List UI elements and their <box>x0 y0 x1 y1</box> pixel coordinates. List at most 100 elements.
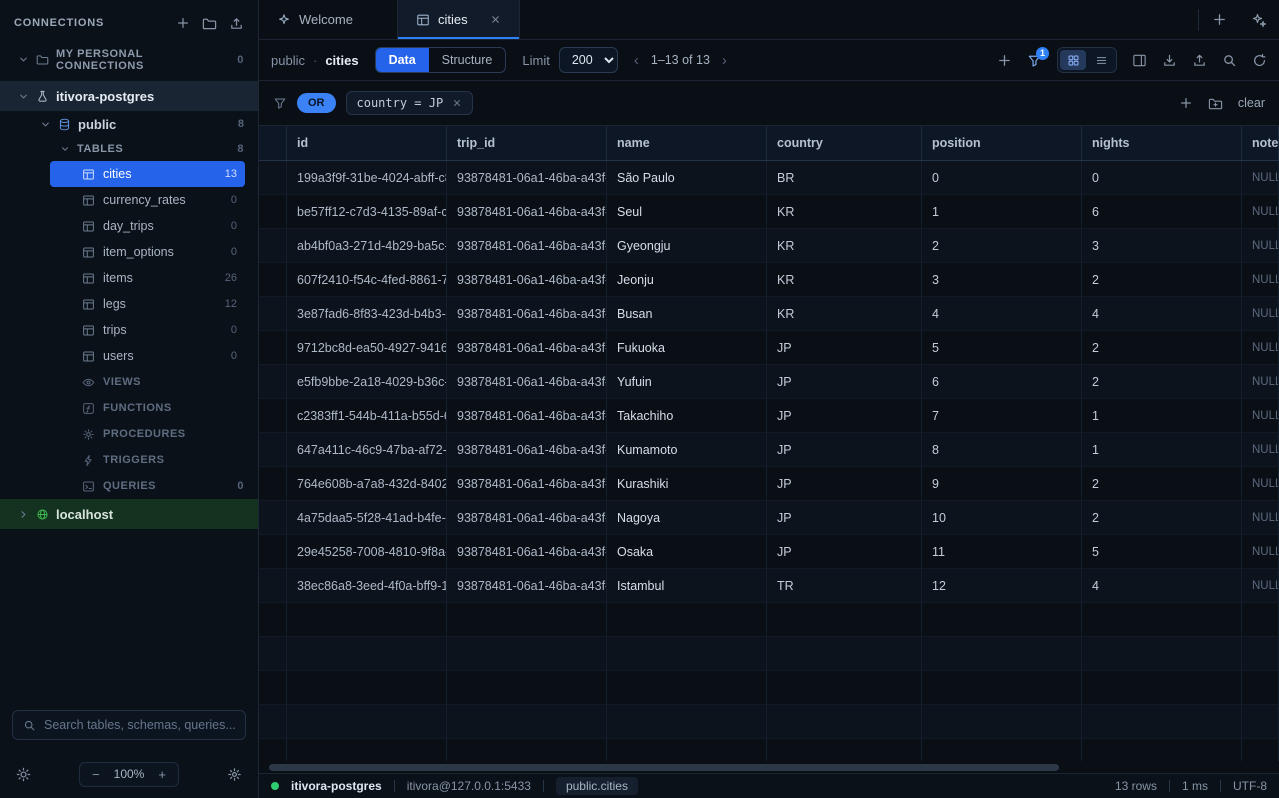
sidebar-section-queries[interactable]: QUERIES 0 <box>0 473 258 499</box>
sidebar-group-personal-connections[interactable]: MY PERSONAL CONNECTIONS 0 <box>0 46 258 73</box>
sidebar-section-tables[interactable]: TABLES 8 <box>0 137 258 161</box>
limit-select[interactable]: 200 <box>559 47 618 73</box>
cell-trip_id[interactable]: 93878481-06a1-46ba-a43f-26a79 <box>447 501 607 535</box>
cell-trip_id[interactable]: 93878481-06a1-46ba-a43f-26a79 <box>447 263 607 297</box>
cell-name[interactable]: Kurashiki <box>607 467 767 501</box>
row-handle[interactable] <box>259 535 287 569</box>
row-handle[interactable] <box>259 161 287 195</box>
cell-notes[interactable]: NULL <box>1242 535 1279 569</box>
cell-trip_id[interactable]: 93878481-06a1-46ba-a43f-26a79 <box>447 331 607 365</box>
cell-name[interactable]: Takachiho <box>607 399 767 433</box>
row-handle[interactable] <box>259 365 287 399</box>
filter-chip-country-jp[interactable]: country = JP <box>346 91 474 115</box>
row-handle[interactable] <box>259 433 287 467</box>
new-tab-icon[interactable] <box>1199 12 1239 27</box>
cell-id[interactable]: 29e45258-7008-4810-9f8a-a1590 <box>287 535 447 569</box>
cell-position[interactable]: 5 <box>922 331 1082 365</box>
sidebar-table-legs[interactable]: legs12 <box>50 291 245 317</box>
clear-filters-button[interactable]: clear <box>1238 96 1265 110</box>
cell-position[interactable]: 4 <box>922 297 1082 331</box>
cell-country[interactable]: KR <box>767 229 922 263</box>
sidebar-table-cities[interactable]: cities13 <box>50 161 245 187</box>
zoom-in-button[interactable]: + <box>158 767 166 782</box>
filter-operator-pill[interactable]: OR <box>297 93 336 113</box>
cell-notes[interactable]: NULL <box>1242 297 1279 331</box>
cell-position[interactable]: 10 <box>922 501 1082 535</box>
horizontal-scrollbar[interactable] <box>259 761 1279 773</box>
upload-icon[interactable] <box>1192 53 1207 68</box>
cell-nights[interactable]: 1 <box>1082 399 1242 433</box>
cell-country[interactable]: KR <box>767 195 922 229</box>
add-row-icon[interactable] <box>997 53 1012 68</box>
cell-country[interactable]: JP <box>767 535 922 569</box>
cell-trip_id[interactable]: 93878481-06a1-46ba-a43f-26a79 <box>447 229 607 263</box>
cell-id[interactable]: 38ec86a8-3eed-4f0a-bff9-17c764 <box>287 569 447 603</box>
connection-localhost[interactable]: localhost <box>0 499 258 529</box>
row-handle[interactable] <box>259 229 287 263</box>
download-icon[interactable] <box>1162 53 1177 68</box>
sidebar-table-users[interactable]: users0 <box>50 343 245 369</box>
search-input[interactable] <box>44 718 235 732</box>
row-handle[interactable] <box>259 297 287 331</box>
cell-trip_id[interactable]: 93878481-06a1-46ba-a43f-26a79 <box>447 195 607 229</box>
cell-country[interactable]: JP <box>767 433 922 467</box>
cell-name[interactable]: Yufuin <box>607 365 767 399</box>
cell-trip_id[interactable]: 93878481-06a1-46ba-a43f-26a79 <box>447 399 607 433</box>
sidebar-table-currency_rates[interactable]: currency_rates0 <box>50 187 245 213</box>
refresh-icon[interactable] <box>1252 53 1267 68</box>
cell-trip_id[interactable]: 93878481-06a1-46ba-a43f-26a79 <box>447 467 607 501</box>
columns-panel-icon[interactable] <box>1132 53 1147 68</box>
cell-trip_id[interactable]: 93878481-06a1-46ba-a43f-26a79 <box>447 535 607 569</box>
save-filter-folder-icon[interactable] <box>1208 96 1223 111</box>
add-filter-icon[interactable] <box>1179 96 1193 110</box>
cell-id[interactable]: 9712bc8d-ea50-4927-9416-316e3 <box>287 331 447 365</box>
cell-country[interactable]: JP <box>767 467 922 501</box>
cell-nights[interactable]: 0 <box>1082 161 1242 195</box>
cell-notes[interactable]: NULL <box>1242 467 1279 501</box>
sidebar-table-items[interactable]: items26 <box>50 265 245 291</box>
cell-nights[interactable]: 2 <box>1082 501 1242 535</box>
cell-nights[interactable]: 3 <box>1082 229 1242 263</box>
row-handle[interactable] <box>259 399 287 433</box>
cell-notes[interactable]: NULL <box>1242 399 1279 433</box>
list-view-icon[interactable] <box>1088 50 1114 70</box>
cell-country[interactable]: JP <box>767 399 922 433</box>
export-connections-icon[interactable] <box>229 16 244 31</box>
cell-notes[interactable]: NULL <box>1242 229 1279 263</box>
tab-cities[interactable]: cities <box>397 0 520 39</box>
cell-name[interactable]: Fukuoka <box>607 331 767 365</box>
cell-name[interactable]: Busan <box>607 297 767 331</box>
cell-notes[interactable]: NULL <box>1242 569 1279 603</box>
close-tab-icon[interactable] <box>490 14 501 25</box>
cell-id[interactable]: 199a3f9f-31be-4024-abff-c8e33d8 <box>287 161 447 195</box>
sidebar-section-procedures[interactable]: PROCEDURES <box>0 421 258 447</box>
cell-position[interactable]: 11 <box>922 535 1082 569</box>
schema-public[interactable]: public 8 <box>0 111 258 137</box>
remove-filter-icon[interactable] <box>452 98 462 108</box>
cell-notes[interactable]: NULL <box>1242 195 1279 229</box>
connection-itivora-postgres[interactable]: itivora-postgres <box>0 81 258 111</box>
new-folder-icon[interactable] <box>202 16 217 31</box>
breadcrumb-schema[interactable]: public <box>271 53 305 68</box>
cell-nights[interactable]: 4 <box>1082 569 1242 603</box>
cell-notes[interactable]: NULL <box>1242 365 1279 399</box>
add-connection-icon[interactable] <box>176 16 190 30</box>
column-header-id[interactable]: id <box>287 126 447 160</box>
settings-gear-icon[interactable] <box>227 767 242 782</box>
column-header-trip_id[interactable]: trip_id <box>447 126 607 160</box>
cell-notes[interactable]: NULL <box>1242 331 1279 365</box>
cell-position[interactable]: 6 <box>922 365 1082 399</box>
cell-nights[interactable]: 1 <box>1082 433 1242 467</box>
cell-id[interactable]: 3e87fad6-8f83-423d-b4b3-97956 <box>287 297 447 331</box>
search-table-icon[interactable] <box>1222 53 1237 68</box>
cell-trip_id[interactable]: 93878481-06a1-46ba-a43f-26a79 <box>447 433 607 467</box>
cell-trip_id[interactable]: 93878481-06a1-46ba-a43f-26a79 <box>447 297 607 331</box>
cell-name[interactable]: São Paulo <box>607 161 767 195</box>
cell-nights[interactable]: 2 <box>1082 467 1242 501</box>
cell-nights[interactable]: 2 <box>1082 365 1242 399</box>
filter-funnel-icon[interactable]: 1 <box>1027 53 1042 68</box>
sidebar-section-views[interactable]: VIEWS <box>0 369 258 395</box>
cell-position[interactable]: 1 <box>922 195 1082 229</box>
cell-name[interactable]: Istambul <box>607 569 767 603</box>
column-header-name[interactable]: name <box>607 126 767 160</box>
